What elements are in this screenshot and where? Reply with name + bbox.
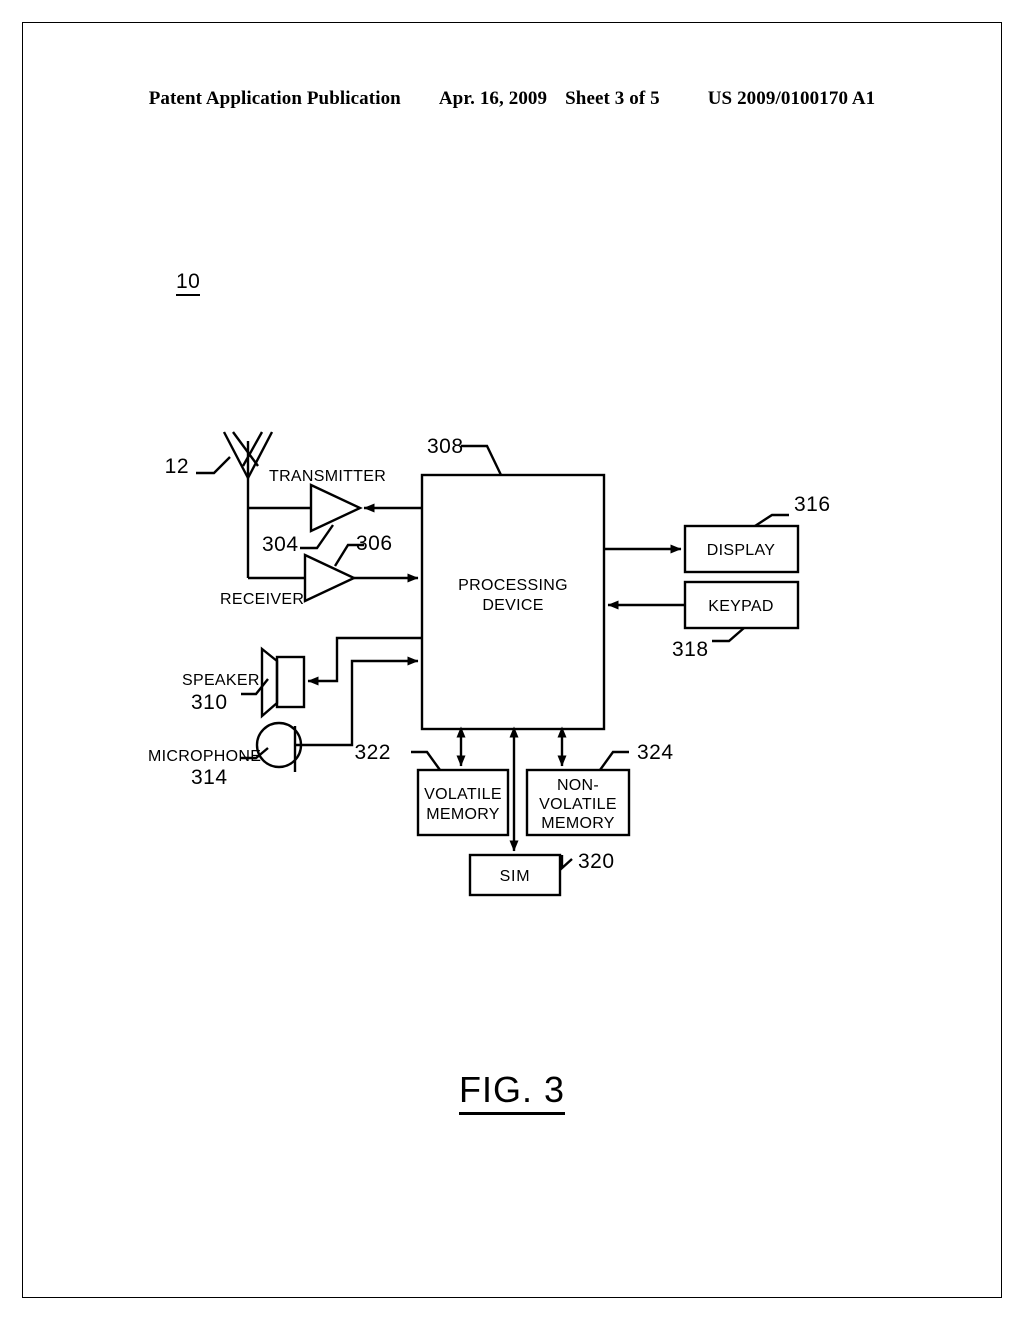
nonvolatile-memory-label-line2: VOLATILE	[539, 796, 617, 813]
keypad-ref-leader	[712, 627, 745, 643]
display-ref: 316	[794, 493, 831, 516]
keypad-label: KEYPAD	[708, 598, 774, 615]
figure-caption: FIG. 3	[0, 1069, 1024, 1115]
volatile-memory-label-line1: VOLATILE	[424, 786, 502, 803]
speaker-label: SPEAKER	[182, 672, 260, 689]
speaker-icon	[260, 646, 306, 719]
microphone-icon	[255, 721, 303, 772]
volatile-memory-ref-leader	[411, 750, 441, 771]
sim-label: SIM	[500, 868, 531, 885]
nonvolatile-memory-label-line3: MEMORY	[541, 815, 615, 832]
receiver-icon	[303, 553, 357, 603]
microphone-ref: 314	[191, 766, 228, 789]
transmitter-label: TRANSMITTER	[269, 468, 386, 485]
processing-device-ref: 308	[427, 435, 464, 458]
processing-to-speaker-arrow	[307, 636, 422, 686]
nonvolatile-memory-label-line1: NON-	[557, 777, 599, 794]
volatile-memory-ref: 322	[354, 741, 391, 764]
nonvolatile-memory-ref-leader	[599, 750, 629, 771]
sim-ref: 320	[578, 850, 615, 873]
processing-device-label-line2: DEVICE	[482, 597, 543, 614]
display-label: DISPLAY	[707, 542, 776, 559]
keypad-ref: 318	[672, 638, 709, 661]
microphone-label: MICROPHONE	[148, 748, 261, 765]
antenna-leader-line	[196, 456, 231, 475]
processing-device-label-line1: PROCESSING	[458, 577, 568, 594]
antenna-icon	[222, 431, 274, 578]
receiver-ref: 306	[356, 532, 393, 555]
transmitter-ref: 304	[262, 533, 299, 556]
speaker-ref: 310	[191, 691, 228, 714]
figure-3-diagram: PROCESSING DEVICE 308 DISPLAY 316 KEYPAD…	[148, 431, 831, 897]
volatile-memory-label-line2: MEMORY	[426, 806, 500, 823]
sim-ref-leader-tick	[560, 855, 573, 871]
microphone-to-processing-arrow	[295, 656, 419, 747]
display-ref-leader	[754, 513, 789, 528]
nonvolatile-memory-ref: 324	[637, 741, 674, 764]
antenna-ref: 12	[165, 455, 189, 478]
processing-device-ref-leader	[461, 444, 503, 476]
figure-caption-text: FIG. 3	[458, 1069, 566, 1115]
receiver-label: RECEIVER	[220, 591, 304, 608]
transmitter-icon	[309, 483, 363, 533]
